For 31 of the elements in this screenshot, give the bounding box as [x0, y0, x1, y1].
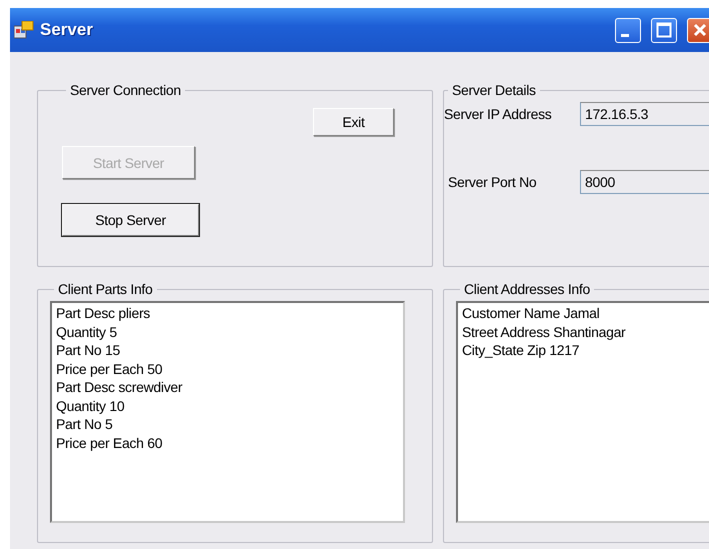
group-title: Client Addresses Info [463, 281, 591, 297]
field-label: Server IP Address [444, 106, 552, 122]
text-line: Price per Each 60 [56, 434, 164, 452]
text-line: Price per Each 50 [56, 360, 164, 378]
text-line: Part No 15 [56, 341, 121, 360]
field-label: Server Port No [447, 174, 538, 190]
group-title: Server Connection [69, 82, 182, 98]
text-line: Street Address Shantinagar [462, 322, 626, 341]
group-title: Client Parts Info [57, 281, 154, 297]
text-box[interactable]: Customer Name Jamal Street Address Shantinagar City_State Zip 1217 [456, 301, 709, 523]
minimize-icon [621, 34, 629, 36]
close-button[interactable] [687, 18, 709, 42]
text-box[interactable]: Part Desc pliers Quantity 5 Part No 15 Price per Each 50 Part Desc screwdiver Quantity 10 Part No 5 Price per Each 60 [50, 301, 405, 523]
text-line: Customer Name Jamal [462, 304, 600, 322]
input-field[interactable]: 8000 [580, 170, 709, 194]
text-line: Part No 5 [56, 415, 114, 434]
input-field[interactable]: 172.16.5.3 [580, 102, 709, 126]
minimize-button[interactable] [615, 18, 641, 42]
text-line: Part Desc pliers [56, 304, 152, 322]
close-icon [693, 23, 707, 37]
maximize-icon [656, 22, 672, 38]
window-title: Server [40, 20, 94, 40]
maximize-button[interactable] [651, 18, 677, 42]
text-line: Quantity 10 [56, 396, 126, 415]
app-icon [14, 21, 34, 39]
text-line: City_State Zip 1217 [462, 341, 580, 360]
text-line: Part Desc screwdiver [56, 378, 184, 396]
text-line: Quantity 5 [56, 322, 118, 341]
exit-button[interactable]: Exit [313, 108, 394, 136]
group-title: Server Details [451, 82, 537, 98]
stop-button[interactable]: Stop Server [62, 204, 199, 236]
